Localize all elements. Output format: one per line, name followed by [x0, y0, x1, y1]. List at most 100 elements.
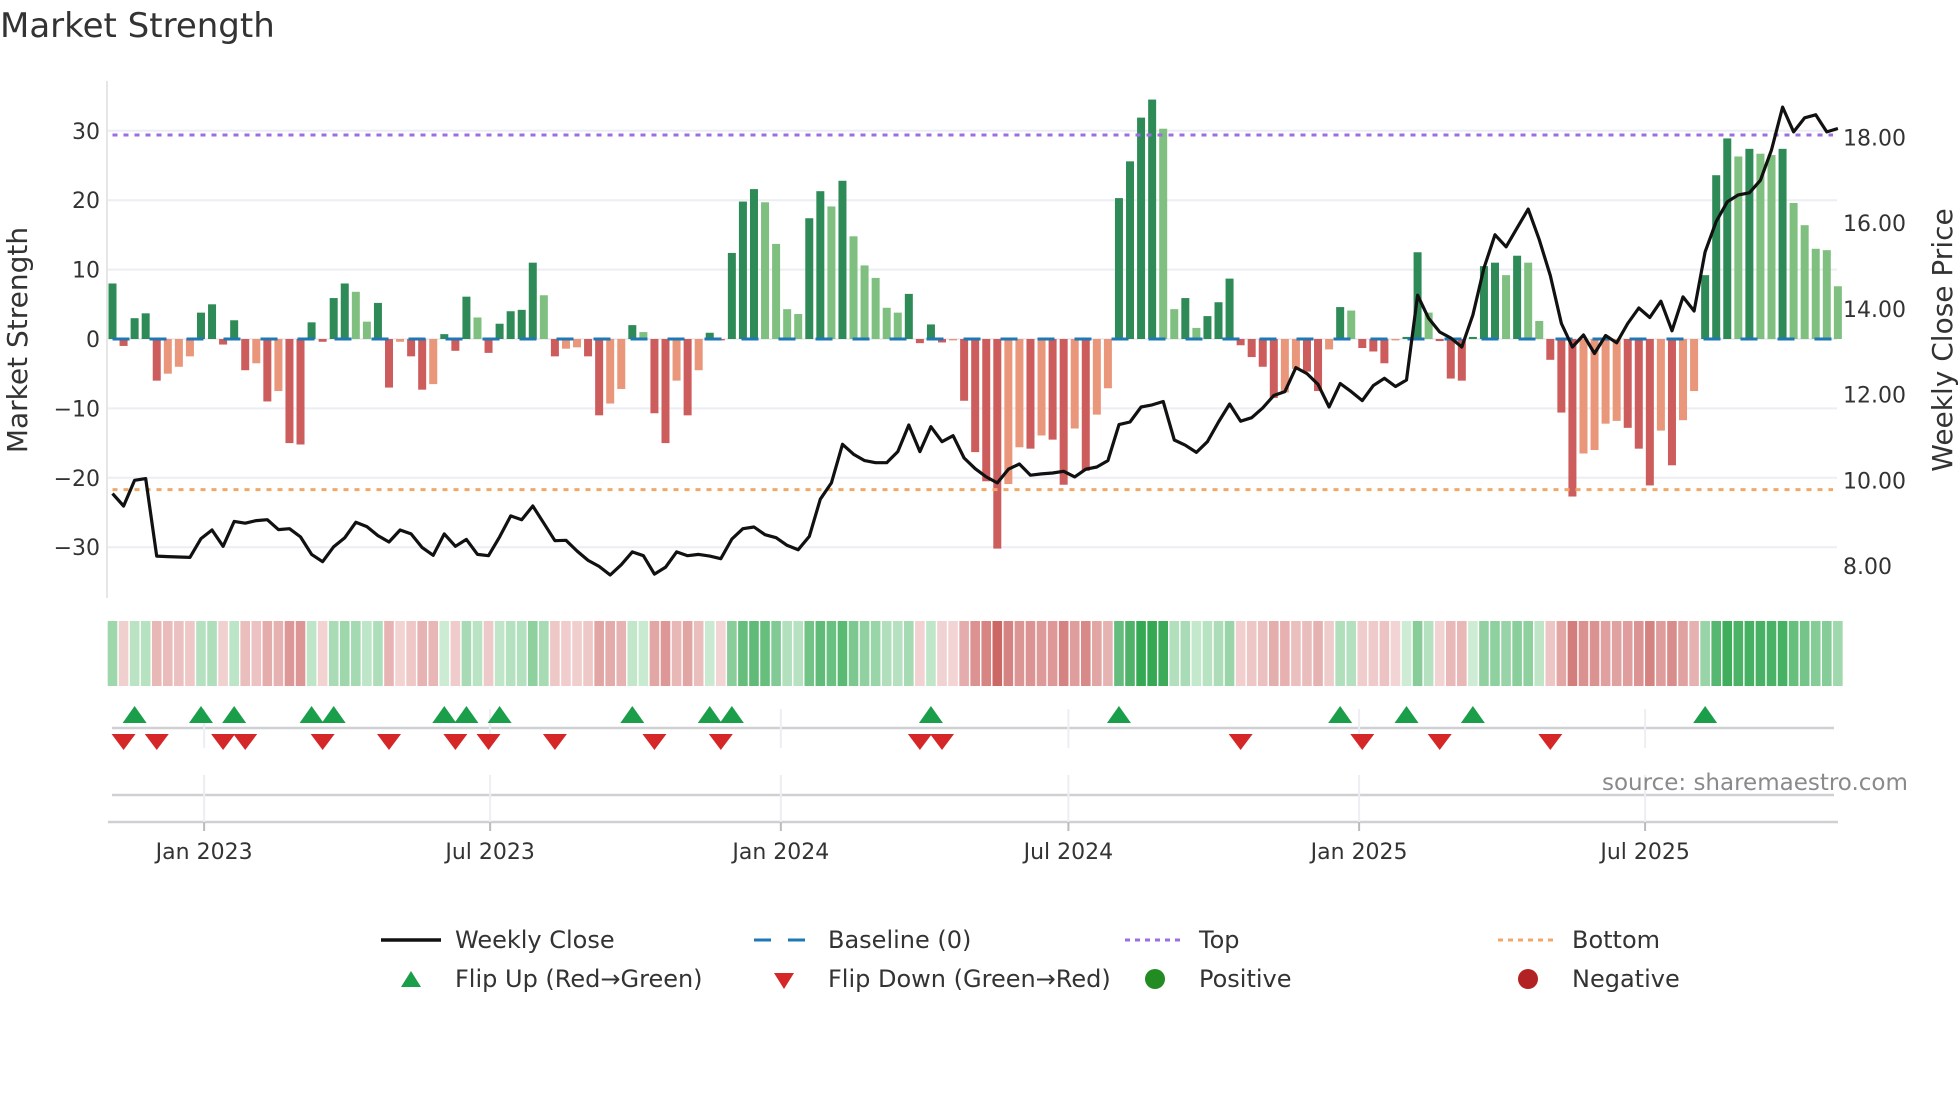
flip-up-marker — [321, 706, 346, 723]
legend-weekly-close[interactable]: Weekly Close — [381, 926, 615, 954]
strip-cell — [616, 621, 627, 686]
triangle-up-icon — [381, 969, 441, 989]
strip-cell — [140, 621, 151, 686]
positive-bar — [230, 320, 239, 339]
negative-bar — [1590, 339, 1599, 451]
positive-bar — [1822, 250, 1831, 339]
flip-down-marker — [1538, 734, 1563, 750]
positive-bar — [208, 304, 217, 339]
legend-flip-down[interactable]: Flip Down (Green→Red) — [754, 965, 1111, 993]
positive-bar — [1712, 175, 1721, 339]
positive-bar — [528, 262, 537, 339]
strip-cell — [295, 621, 306, 686]
positive-bar — [1800, 225, 1809, 339]
negative-bar — [1667, 339, 1676, 466]
flip-down-marker — [907, 734, 932, 750]
negative-bar — [915, 339, 924, 344]
strip-cell — [1833, 621, 1843, 686]
positive-bar — [1192, 327, 1201, 339]
strip-cell — [1058, 621, 1069, 686]
strip-cell — [572, 621, 582, 686]
strip-cell — [837, 621, 848, 686]
positive-bar — [329, 298, 338, 339]
positive-bar — [772, 243, 781, 339]
strip-cell — [505, 621, 516, 686]
strip-cell — [826, 621, 837, 686]
positive-bar — [462, 296, 471, 339]
strip-cell — [1047, 621, 1058, 686]
strip-cell — [306, 621, 317, 686]
strip-cell — [1357, 621, 1368, 686]
flip-down-marker — [144, 734, 169, 750]
positive-bar — [904, 293, 913, 339]
strip-cell — [1324, 621, 1334, 686]
negative-bar — [949, 339, 958, 341]
negative-bar — [1557, 339, 1566, 413]
strip-cell — [262, 621, 273, 686]
negative-bar — [1656, 339, 1665, 431]
triangle-down-icon — [754, 969, 814, 989]
positive-bar — [517, 309, 526, 339]
strip-cell — [1390, 621, 1401, 686]
strip-cell — [649, 621, 660, 686]
strip-cell — [1810, 621, 1821, 686]
positive-bar — [783, 309, 792, 339]
strip-cell — [1622, 621, 1633, 686]
flip-up-marker — [1693, 706, 1718, 723]
negative-bar — [1092, 339, 1101, 415]
negative-bar — [1302, 339, 1311, 372]
legend-top[interactable]: Top — [1125, 926, 1240, 954]
heat-strip — [107, 621, 1843, 686]
negative-bar — [971, 339, 980, 453]
negative-bar — [1004, 339, 1013, 485]
negative-bar — [152, 339, 161, 381]
strip-cell — [362, 621, 372, 686]
strip-cell — [1645, 621, 1655, 686]
strip-cell — [1257, 621, 1268, 686]
strip-cell — [494, 621, 505, 686]
strip-cell — [1224, 621, 1235, 686]
strip-cell — [1158, 621, 1168, 686]
negative-bar — [174, 339, 183, 367]
positive-bar — [1833, 286, 1842, 339]
positive-bar — [1181, 298, 1190, 339]
legend-negative[interactable]: Negative — [1498, 965, 1680, 993]
negative-bar — [1645, 339, 1654, 486]
strip-cell — [704, 621, 715, 686]
positive-bar — [1745, 148, 1754, 339]
strip-cell — [174, 621, 184, 686]
strip-cell — [1479, 621, 1489, 686]
legend-positive[interactable]: Positive — [1125, 965, 1292, 993]
negative-bar — [418, 339, 427, 390]
legend-bottom[interactable]: Bottom — [1498, 926, 1660, 954]
strip-cell — [1656, 621, 1666, 686]
strip-cell — [384, 621, 394, 686]
flip-up-marker — [299, 706, 324, 723]
positive-bar — [805, 218, 814, 339]
strip-cell — [1457, 621, 1467, 686]
strip-cell — [1678, 621, 1688, 686]
positive-bar — [761, 202, 770, 339]
legend-label: Negative — [1572, 965, 1680, 993]
strip-cell — [1733, 621, 1744, 686]
strip-cell — [1025, 621, 1036, 686]
negative-bar — [1103, 339, 1112, 389]
strip-cell — [815, 621, 826, 686]
strip-cell — [716, 621, 726, 686]
positive-bar — [1137, 117, 1146, 339]
strip-cell — [1633, 621, 1644, 686]
positive-bar — [1347, 310, 1356, 339]
legend-baseline[interactable]: Baseline (0) — [754, 926, 971, 954]
strip-cell — [1069, 621, 1080, 686]
strip-cell — [284, 621, 295, 686]
strip-cell — [1611, 621, 1622, 686]
strip-cell — [992, 621, 1003, 686]
negative-bar — [274, 339, 283, 392]
positive-bar — [816, 191, 825, 339]
strip-cell — [185, 621, 195, 686]
strip-cell — [1368, 621, 1379, 686]
strip-cell — [1545, 621, 1556, 686]
legend-flip-up[interactable]: Flip Up (Red→Green) — [381, 965, 703, 993]
flip-up-marker — [432, 706, 457, 723]
negative-bar — [982, 339, 991, 482]
